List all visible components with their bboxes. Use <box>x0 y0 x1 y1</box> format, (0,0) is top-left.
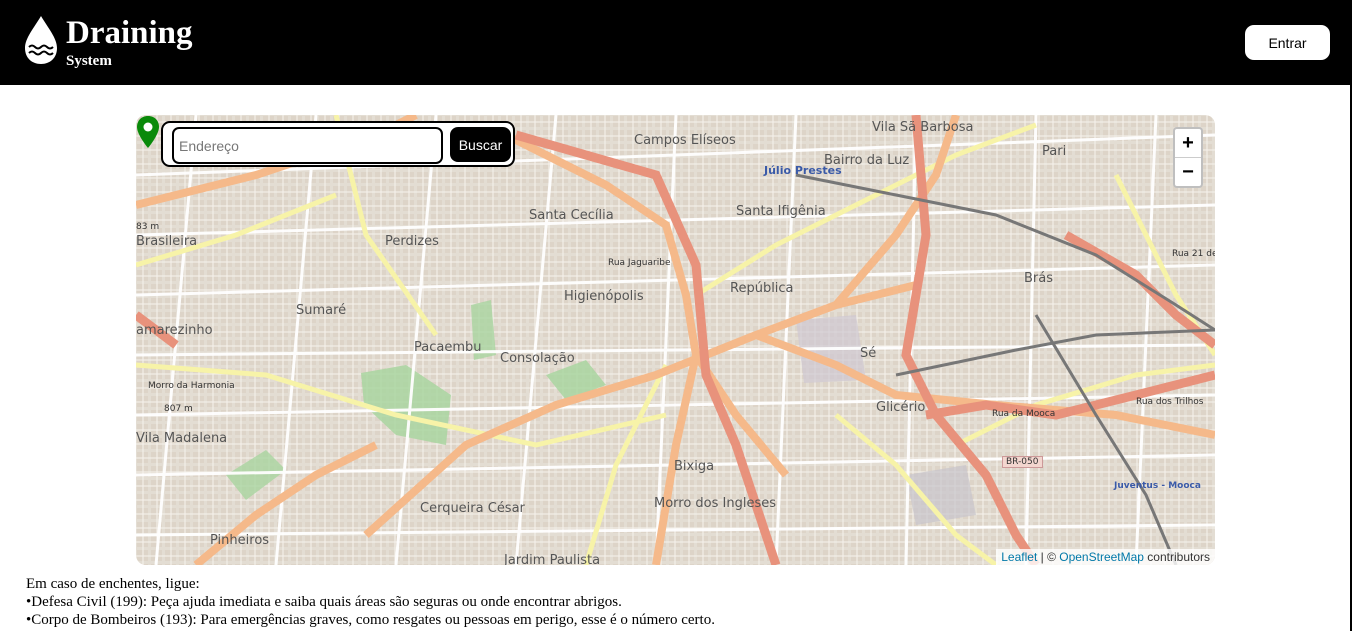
map-label: Perdizes <box>385 234 439 249</box>
map-label: Higienópolis <box>564 289 644 304</box>
map-label: amarezinho <box>136 323 213 338</box>
map-label: Rua da Mooca <box>992 409 1056 419</box>
info-item-defesa-civil: •Defesa Civil (199): Peça ajuda imediata… <box>26 594 622 610</box>
zoom-in-button[interactable]: + <box>1175 129 1201 158</box>
map-view[interactable]: Buscar + − Campos Elíseos Vila Sã Barbos… <box>136 115 1215 565</box>
map-label: Bixiga <box>674 459 715 474</box>
map-label: República <box>730 281 794 296</box>
map-label: Santa Ifigênia <box>736 204 826 219</box>
map-label: Cerqueira César <box>420 501 525 516</box>
map-label: 83 m <box>136 222 160 232</box>
map-label: Campos Elíseos <box>634 133 736 148</box>
map-label: Brás <box>1024 271 1054 286</box>
zoom-out-button[interactable]: − <box>1175 158 1201 186</box>
top-header: Draining System Entrar <box>0 0 1352 85</box>
map-label: Júlio Prestes <box>764 164 842 177</box>
map-attribution: Leaflet | © OpenStreetMap contributors <box>996 549 1215 565</box>
brand-title: Draining <box>66 15 193 51</box>
emergency-info: Em caso de enchentes, ligue: •Defesa Civ… <box>26 575 715 629</box>
map-label: Vila Madalena <box>136 431 228 446</box>
map-label: Pinheiros <box>210 533 270 548</box>
map-label: Pari <box>1042 144 1067 159</box>
map-label: Jardim Paulista <box>504 553 601 565</box>
address-input[interactable] <box>172 127 443 164</box>
map-label: Juventus - Mooca <box>1114 481 1201 491</box>
map-label: Consolação <box>500 351 575 366</box>
info-intro: Em caso de enchentes, ligue: <box>26 576 200 592</box>
leaflet-link[interactable]: Leaflet <box>1001 550 1037 564</box>
map-label: Santa Cecília <box>529 208 614 223</box>
map-label: Sé <box>860 346 877 361</box>
openstreetmap-link[interactable]: OpenStreetMap <box>1059 550 1144 564</box>
map-label: Glicério <box>876 400 926 415</box>
address-search-panel: Buscar <box>161 121 515 167</box>
map-label: Brasileira <box>136 234 198 249</box>
water-drop-icon <box>25 16 57 64</box>
map-label: Vila Sã Barbosa <box>872 120 974 135</box>
map-pin-icon[interactable] <box>136 115 160 149</box>
brand-subtitle: System <box>66 53 112 69</box>
map-label: Rua dos Trilhos <box>1136 397 1204 407</box>
map-label: Sumaré <box>296 303 347 318</box>
map-label: Pacaembu <box>414 340 482 355</box>
search-button[interactable]: Buscar <box>450 127 511 162</box>
attribution-suffix: contributors <box>1143 550 1210 564</box>
map-label: 807 m <box>164 404 193 414</box>
attribution-separator: | © <box>1037 550 1060 564</box>
login-button[interactable]: Entrar <box>1245 25 1330 60</box>
map-label: Morro dos Ingleses <box>654 496 777 511</box>
map-label: BR-050 <box>1002 456 1043 468</box>
info-item-bombeiros: •Corpo de Bombeiros (193): Para emergênc… <box>26 612 715 628</box>
map-label: Rua 21 de Al <box>1172 249 1215 259</box>
map-label: Rua Jaguaribe <box>608 258 671 268</box>
zoom-control: + − <box>1173 127 1203 188</box>
map-label: Morro da Harmonia <box>148 381 235 391</box>
